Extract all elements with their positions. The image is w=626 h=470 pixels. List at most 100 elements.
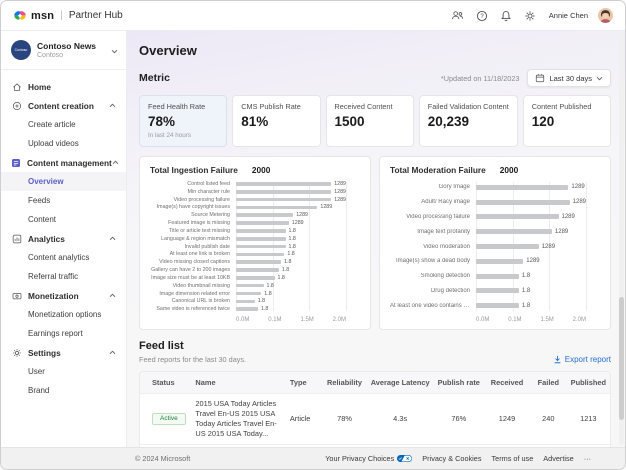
user-avatar[interactable] [598,8,613,23]
metric-section-title: Metric [139,72,170,84]
chart-category-label: Video processing failure [390,214,474,220]
sidebar-item-analytics[interactable]: Analytics [1,229,126,248]
sidebar-item-content-management[interactable]: Content management [1,153,126,172]
axis-tick-label: 1.5M [300,317,313,323]
sidebar-item-brand[interactable]: Brand [1,381,126,400]
vertical-scrollbar[interactable] [619,33,624,445]
footer-link-advertise[interactable]: Advertise [543,454,573,463]
chart-value-label: 1.8 [522,273,530,279]
feed-name: 2015 USA Today Articles Travel En-US 201… [191,394,285,445]
chart-value-label: 1289 [562,214,575,220]
sidebar-item-label: Home [28,82,51,92]
column-header-published[interactable]: Published [567,372,610,394]
metric-value: 78% [148,114,218,129]
chart-bar [236,190,331,194]
chart-value-label: 1.8 [289,236,296,242]
chart-category-label: Drug detection [390,288,474,294]
sidebar-item-monetization-options[interactable]: Monetization options [1,305,126,324]
chart-bar [236,292,261,296]
metric-label: Failed Validation Content [428,102,509,111]
settings-icon[interactable] [523,9,537,23]
feed-reliability: 78% [322,394,366,445]
feed-table-container: StatusNameTypeReliabilityAverage Latency… [139,371,611,447]
column-header-status[interactable]: Status [140,372,191,394]
chart-bar [236,245,286,249]
notifications-icon[interactable] [499,9,513,23]
msn-partner-hub-brand[interactable]: msn | Partner Hub [13,10,123,22]
export-report-link[interactable]: Export report [553,355,611,364]
sidebar-item-settings[interactable]: Settings [1,343,126,362]
help-icon[interactable]: ? [475,9,489,23]
sidebar-item-content-creation[interactable]: Content creation [1,96,126,115]
metric-card-failed-validation-content[interactable]: Failed Validation Content 20,239 [419,95,518,147]
org-subtitle: Contoso [37,52,105,59]
sidebar-item-home[interactable]: Home [1,77,126,96]
sidebar-item-feeds[interactable]: Feeds [1,191,126,210]
chart-bar [236,268,279,272]
chart-bar-row: Invalid publish date 1.8 [150,243,360,251]
contoso-logo: Contoso [11,40,31,60]
feed-failed: 240 [530,394,567,445]
chart-bar-row: Gallery can have 2 to 200 images 1.8 [150,266,360,274]
brand-divider: | [60,10,63,21]
metric-label: Feed Health Rate [148,102,218,111]
footer-link-more-options[interactable]: ··· [584,454,591,463]
sidebar-item-upload-videos[interactable]: Upload videos [1,134,126,153]
axis-tick-label: 1.5M [540,317,553,323]
chart-bar-row: Canonical URL is broken 1.8 [150,297,360,305]
chart-category-label: At least one video contains nudi... [390,303,474,309]
chart-value-label: 1289 [573,199,586,205]
metric-label: Received Content [335,102,405,111]
home-icon [11,81,22,92]
sidebar-item-overview[interactable]: Overview [1,172,126,191]
feed-row-local-news-06-28[interactable]: Failed Local News 06/28 Article 78% 4.3s… [140,444,610,447]
chart-bar-row: Image dimension related error 1.8 [150,290,360,298]
feed-row-2015-usa-today-artic[interactable]: Active 2015 USA Today Articles Travel En… [140,394,610,445]
sidebar-item-content[interactable]: Content [1,210,126,229]
sidebar-item-user[interactable]: User [1,362,126,381]
column-header-received[interactable]: Received [484,372,530,394]
sidebar-item-label: Content creation [28,101,94,111]
content-creation-icon [11,100,22,111]
chart-bar [476,274,519,279]
metric-card-received-content[interactable]: Received Content 1500 [326,95,414,147]
chart-value-label: 1.8 [522,303,530,309]
axis-tick-label: 0.1M [268,317,281,323]
sidebar-item-monetization[interactable]: Monetization [1,286,126,305]
sidebar-item-earnings-report[interactable]: Earnings report [1,324,126,343]
chart-total-moderation-failure: Total Moderation Failure 2000 Gory Image… [379,156,611,330]
footer-link-privacy-cookies[interactable]: Privacy & Cookies [422,454,481,463]
chart-bar-row: Video moderation 1289 [390,239,600,254]
sidebar-item-referral-traffic[interactable]: Referral traffic [1,267,126,286]
community-icon[interactable] [451,9,465,23]
metric-card-content-published[interactable]: Content Published 120 [523,95,611,147]
chart-category-label: Gallery can have 2 to 200 images [150,267,234,273]
column-header-publish-rate[interactable]: Publish rate [434,372,484,394]
chart-total-ingestion-failure: Total Ingestion Failure 2000 Control lis… [139,156,371,330]
chart-value-label: 1289 [571,184,584,190]
sidebar-item-create-article[interactable]: Create article [1,115,126,134]
column-header-reliability[interactable]: Reliability [322,372,366,394]
column-header-type[interactable]: Type [286,372,322,394]
date-range-dropdown[interactable]: Last 30 days [527,69,611,87]
user-name: Annie Chen [549,11,588,20]
chart-x-axis: 0.0M0.1M1.5M2.0M [236,313,346,323]
column-header-average-latency[interactable]: Average Latency [367,372,434,394]
org-name: Contoso News [37,41,105,51]
chart-bar [236,284,264,288]
chart-bar-row: Video processing failure 1289 [150,196,360,204]
chart-value-label: 1.8 [522,288,530,294]
chart-value-label: 1.8 [278,275,285,281]
column-header-name[interactable]: Name [191,372,285,394]
footer-link-your-privacy-choices[interactable]: Your Privacy Choices [325,454,412,463]
sidebar-item-content-analytics[interactable]: Content analytics [1,248,126,267]
metric-card-feed-health-rate[interactable]: Feed Health Rate 78% In last 24 hours [139,95,227,147]
footer-link-terms-of-use[interactable]: Terms of use [492,454,534,463]
scrollbar-thumb[interactable] [619,297,624,421]
axis-tick-label: 0.1M [508,317,521,323]
metric-card-cms-publish-rate[interactable]: CMS Publish Rate 81% [232,95,320,147]
column-header-failed[interactable]: Failed [530,372,567,394]
sidebar-item-label: Analytics [28,234,65,244]
chart-bar-row: Image(s) have copyright issues 1289 [150,203,360,211]
org-switcher[interactable]: Contoso Contoso News Contoso [1,31,126,70]
